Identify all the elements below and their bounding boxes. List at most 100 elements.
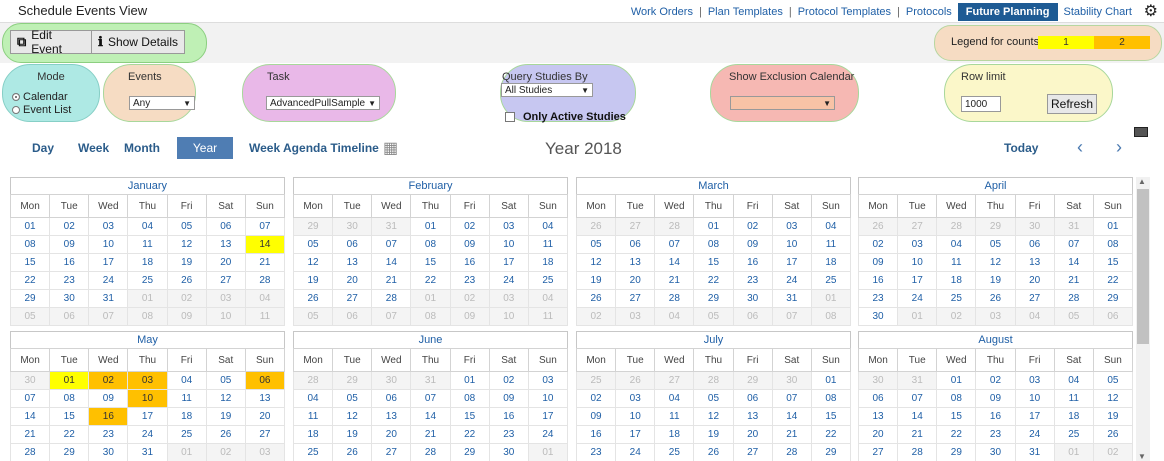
day-cell[interactable]: 29	[1092, 289, 1134, 308]
day-cell[interactable]: 31	[127, 443, 168, 461]
day-cell[interactable]: 12	[205, 389, 246, 408]
day-cell[interactable]: 27	[897, 217, 938, 236]
day-cell[interactable]: 10	[527, 389, 569, 408]
day-cell[interactable]: 10	[488, 307, 529, 326]
day-cell[interactable]: 13	[205, 235, 246, 254]
day-cell[interactable]: 30	[1014, 217, 1055, 236]
day-cell[interactable]: 04	[244, 289, 286, 308]
day-cell[interactable]: 21	[244, 253, 286, 272]
view-week-button[interactable]: Week	[78, 141, 109, 155]
day-cell[interactable]: 08	[410, 235, 451, 254]
day-cell[interactable]: 07	[371, 307, 412, 326]
day-cell[interactable]: 16	[857, 271, 899, 290]
day-cell[interactable]: 08	[810, 307, 852, 326]
month-title[interactable]: June	[293, 331, 568, 348]
day-cell[interactable]: 31	[1014, 443, 1055, 461]
day-cell[interactable]: 16	[575, 425, 617, 444]
day-cell[interactable]: 15	[810, 407, 852, 426]
refresh-button[interactable]: Refresh	[1047, 94, 1097, 114]
day-cell[interactable]: 15	[936, 407, 977, 426]
day-cell[interactable]: 30	[332, 217, 373, 236]
day-cell[interactable]: 02	[732, 217, 773, 236]
day-cell[interactable]: 03	[127, 371, 168, 390]
day-cell[interactable]: 12	[693, 407, 734, 426]
day-cell[interactable]: 05	[10, 307, 51, 326]
day-cell[interactable]: 31	[771, 289, 812, 308]
day-cell[interactable]: 08	[410, 307, 451, 326]
day-cell[interactable]: 30	[371, 371, 412, 390]
day-cell[interactable]: 02	[449, 217, 490, 236]
day-cell[interactable]: 15	[10, 253, 51, 272]
month-title[interactable]: March	[576, 177, 851, 194]
day-cell[interactable]: 22	[410, 271, 451, 290]
today-button[interactable]: Today	[1004, 141, 1038, 155]
day-cell[interactable]: 19	[575, 271, 617, 290]
day-cell[interactable]: 31	[371, 217, 412, 236]
day-cell[interactable]: 04	[936, 235, 977, 254]
day-cell[interactable]: 14	[371, 253, 412, 272]
day-cell[interactable]: 07	[88, 307, 129, 326]
day-cell[interactable]: 03	[244, 443, 286, 461]
day-cell[interactable]: 09	[488, 389, 529, 408]
day-cell[interactable]: 30	[771, 371, 812, 390]
day-cell[interactable]: 07	[10, 389, 51, 408]
day-cell[interactable]: 05	[332, 389, 373, 408]
day-cell[interactable]: 22	[1092, 271, 1134, 290]
day-cell[interactable]: 30	[488, 443, 529, 461]
day-cell[interactable]: 30	[975, 443, 1016, 461]
day-cell[interactable]: 04	[166, 371, 207, 390]
day-cell[interactable]: 19	[693, 425, 734, 444]
day-cell[interactable]: 11	[292, 407, 334, 426]
day-cell[interactable]: 02	[88, 371, 129, 390]
day-cell[interactable]: 03	[1014, 371, 1055, 390]
day-cell[interactable]: 01	[449, 371, 490, 390]
day-cell[interactable]: 28	[244, 271, 286, 290]
nav-future-planning[interactable]: Future Planning	[957, 3, 1058, 21]
day-cell[interactable]: 31	[88, 289, 129, 308]
day-cell[interactable]: 12	[975, 253, 1016, 272]
day-cell[interactable]: 06	[49, 307, 90, 326]
nav-protocols[interactable]: Protocols	[900, 6, 958, 18]
day-cell[interactable]: 21	[897, 425, 938, 444]
day-cell[interactable]: 07	[771, 389, 812, 408]
day-cell[interactable]: 05	[575, 235, 617, 254]
day-cell[interactable]: 14	[897, 407, 938, 426]
day-cell[interactable]: 23	[575, 443, 617, 461]
day-cell[interactable]: 10	[897, 253, 938, 272]
day-cell[interactable]: 31	[1053, 217, 1094, 236]
day-cell[interactable]: 04	[654, 389, 695, 408]
active-studies-checkbox[interactable]: Only Active Studies	[505, 111, 626, 123]
day-cell[interactable]: 28	[936, 217, 977, 236]
day-cell[interactable]: 08	[1092, 235, 1134, 254]
day-cell[interactable]: 25	[166, 425, 207, 444]
day-cell[interactable]: 23	[449, 271, 490, 290]
day-cell[interactable]: 29	[449, 443, 490, 461]
day-cell[interactable]: 24	[1014, 425, 1055, 444]
day-cell[interactable]: 09	[88, 389, 129, 408]
day-cell[interactable]: 14	[410, 407, 451, 426]
day-cell[interactable]: 06	[1014, 235, 1055, 254]
day-cell[interactable]: 13	[371, 407, 412, 426]
day-cell[interactable]: 01	[810, 289, 852, 308]
day-cell[interactable]: 03	[771, 217, 812, 236]
day-cell[interactable]: 29	[292, 217, 334, 236]
day-cell[interactable]: 05	[205, 371, 246, 390]
day-cell[interactable]: 12	[575, 253, 617, 272]
query-select[interactable]: All Studies ▼	[501, 83, 593, 97]
day-cell[interactable]: 04	[810, 217, 852, 236]
edit-event-button[interactable]: ⧉ Edit Event	[10, 28, 92, 56]
month-title[interactable]: July	[576, 331, 851, 348]
day-cell[interactable]: 04	[527, 289, 569, 308]
day-cell[interactable]: 02	[936, 307, 977, 326]
day-cell[interactable]: 01	[1053, 443, 1094, 461]
day-cell[interactable]: 16	[88, 407, 129, 426]
day-cell[interactable]: 30	[49, 289, 90, 308]
day-cell[interactable]: 01	[936, 371, 977, 390]
day-cell[interactable]: 06	[205, 217, 246, 236]
day-cell[interactable]: 08	[49, 389, 90, 408]
day-cell[interactable]: 13	[1014, 253, 1055, 272]
day-cell[interactable]: 28	[1053, 289, 1094, 308]
nav-plan-templates[interactable]: Plan Templates	[702, 6, 789, 18]
events-select[interactable]: Any ▼	[129, 96, 195, 110]
day-cell[interactable]: 06	[244, 371, 286, 390]
